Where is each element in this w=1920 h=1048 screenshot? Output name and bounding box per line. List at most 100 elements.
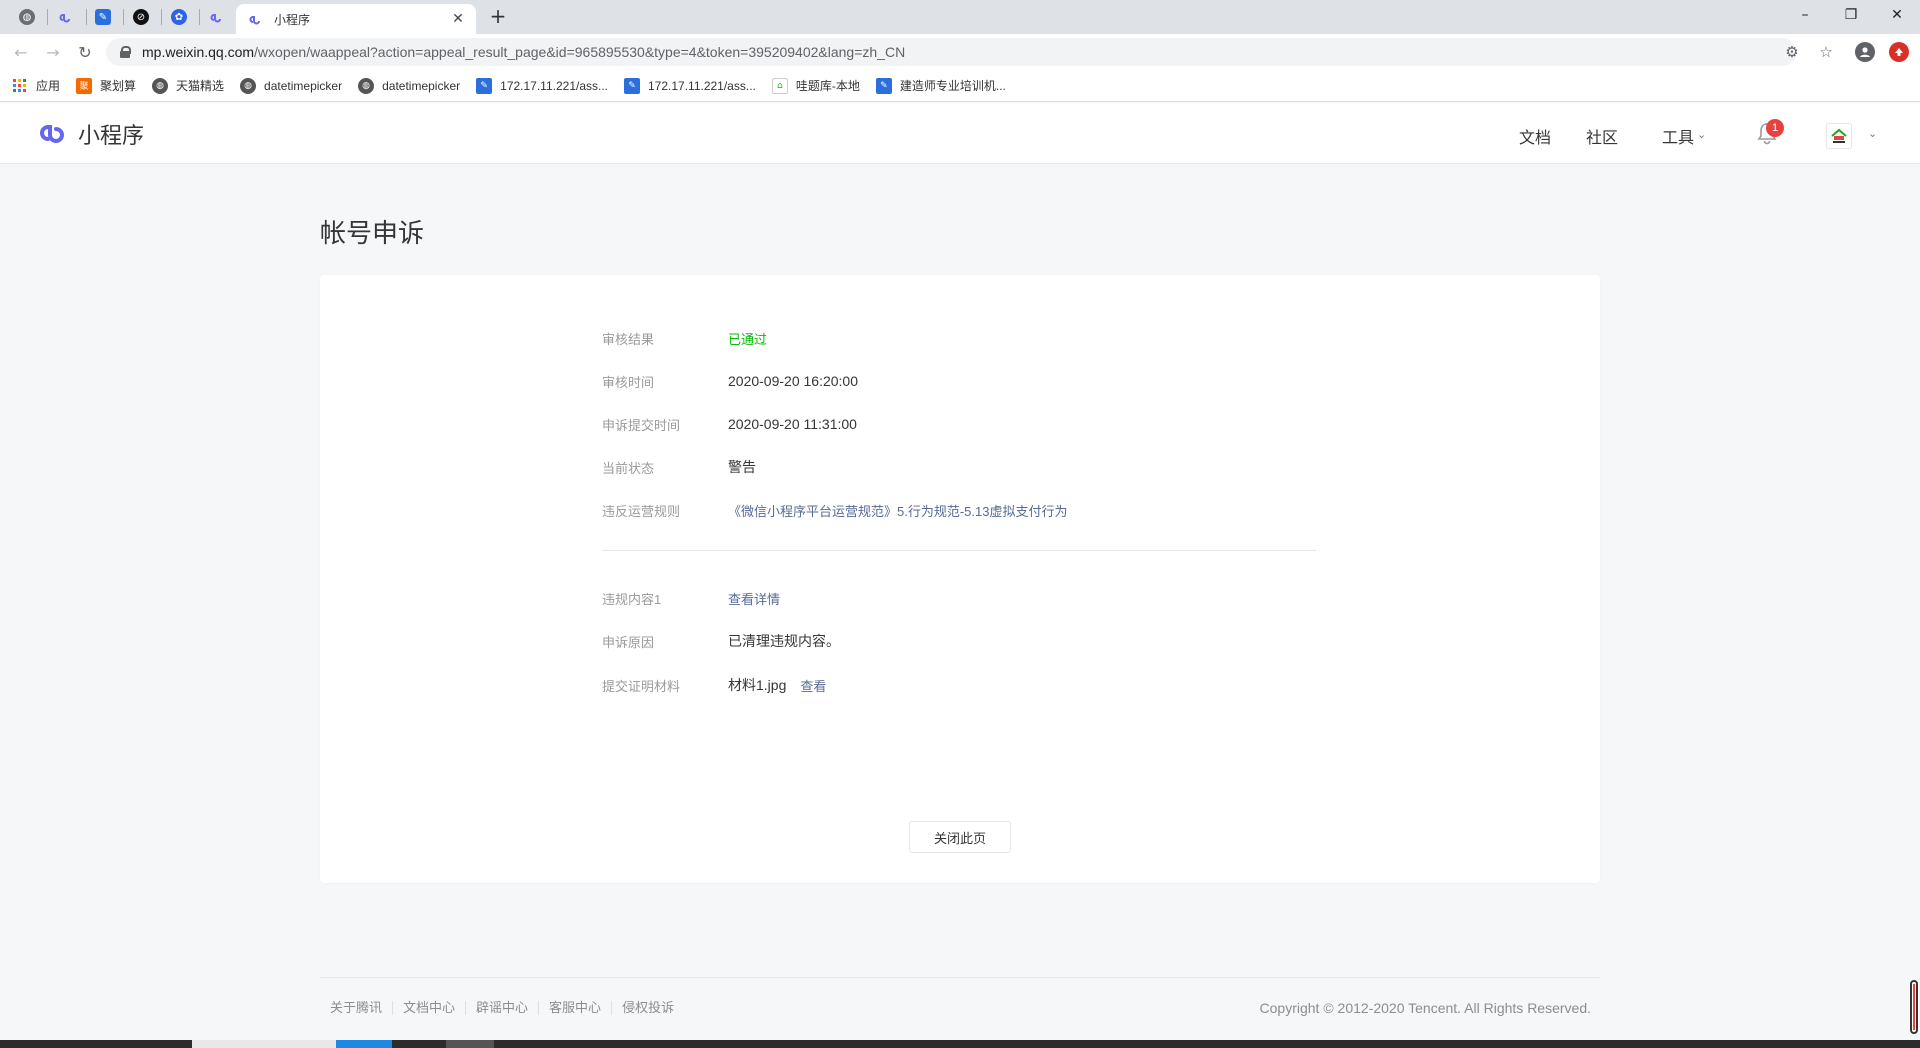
- browser-tab-5[interactable]: ✿: [160, 6, 198, 28]
- field-current-status: 当前状态 警告: [602, 457, 756, 477]
- nav-tools[interactable]: 工具: [1662, 124, 1694, 148]
- footer-link-about[interactable]: 关于腾讯: [320, 1001, 392, 1015]
- field-violation-content: 违规内容1 查看详情: [602, 588, 780, 608]
- bookmark-label: 172.17.11.221/ass...: [500, 78, 608, 93]
- compass-icon: ⊘: [133, 9, 149, 25]
- chevron-down-icon: ⌄: [1697, 128, 1707, 141]
- bookmark-label: 建造师专业培训机...: [899, 79, 1006, 93]
- browser-tab-active[interactable]: 小程序 ✕: [236, 4, 476, 34]
- tool-icon: ✎: [476, 77, 493, 94]
- url-text: mp.weixin.qq.com/wxopen/waappeal?action=…: [142, 44, 905, 60]
- bookmark-apps[interactable]: 应用: [12, 77, 60, 94]
- field-submit-time: 申诉提交时间 2020-09-20 11:31:00: [602, 414, 857, 434]
- divider: [602, 550, 1316, 551]
- field-label: 审核时间: [602, 374, 655, 390]
- browser-tab-3[interactable]: ✎: [84, 6, 122, 28]
- bookmark-ass-1[interactable]: ✎ 172.17.11.221/ass...: [476, 77, 608, 94]
- field-label: 申诉原因: [602, 634, 655, 650]
- field-label: 违规内容1: [602, 591, 662, 607]
- taskbar-item[interactable]: [336, 1040, 392, 1048]
- star-icon[interactable]: ☆: [1816, 42, 1836, 62]
- field-value: 2020-09-20 16:20:00: [728, 373, 858, 389]
- person-icon: [1860, 47, 1870, 57]
- bookmark-wtiku[interactable]: ⌂ 哇题库-本地: [771, 77, 860, 94]
- browser-tab-4[interactable]: ⊘: [122, 6, 160, 28]
- bookmarks-bar: 应用 聚 聚划算 ◍ 天猫精选 ◍ datetimepicker ◍ datet…: [0, 70, 1920, 102]
- taskbar-item[interactable]: [446, 1040, 494, 1048]
- bookmark-datetimepicker-2[interactable]: ◍ datetimepicker: [358, 77, 460, 94]
- bookmark-label: 聚划算: [100, 79, 137, 93]
- miniprogram-icon: [210, 14, 221, 23]
- minimize-button[interactable]: –: [1782, 0, 1828, 30]
- url-path: /wxopen/waappeal?action=appeal_result_pa…: [254, 44, 906, 60]
- profile-icon[interactable]: [1855, 42, 1875, 62]
- globe-icon: ◍: [19, 9, 35, 25]
- bookmark-ass-2[interactable]: ✎ 172.17.11.221/ass...: [624, 77, 756, 94]
- reload-button[interactable]: ↻: [74, 41, 96, 63]
- view-details-link[interactable]: 查看详情: [728, 589, 780, 608]
- field-violated-rule: 违反运营规则 《微信小程序平台运营规范》5.行为规范-5.13虚拟支付行为: [602, 500, 1067, 520]
- field-value: 2020-09-20 11:31:00: [728, 416, 857, 432]
- notification-badge: 1: [1766, 119, 1784, 137]
- footer-link-rumor[interactable]: 辟谣中心: [465, 1001, 538, 1015]
- view-file-link[interactable]: 查看: [800, 676, 826, 695]
- bookmark-label: 天猫精选: [176, 79, 225, 93]
- scrollbar[interactable]: [1910, 980, 1918, 1034]
- url-host: mp.weixin.qq.com: [142, 44, 255, 60]
- apps-grid-icon: [12, 78, 28, 94]
- field-label: 违反运营规则: [602, 503, 681, 519]
- restore-button[interactable]: ❐: [1828, 0, 1874, 30]
- field-proof-material: 提交证明材料 材料1.jpg 查看: [602, 675, 826, 695]
- browser-tab-6[interactable]: [198, 6, 236, 28]
- avatar[interactable]: [1826, 123, 1852, 149]
- page-title: 帐号申诉: [320, 218, 425, 248]
- close-page-button[interactable]: 关闭此页: [909, 821, 1011, 853]
- forward-button[interactable]: →: [42, 41, 64, 63]
- account-avatar-icon: [1831, 128, 1847, 143]
- footer-link-docs[interactable]: 文档中心: [392, 1001, 465, 1015]
- taskbar-item[interactable]: [192, 1040, 336, 1048]
- bookmark-label: datetimepicker: [264, 78, 343, 93]
- bookmark-label: 哇题库-本地: [795, 79, 860, 93]
- brand-logo[interactable]: 小程序: [38, 118, 144, 150]
- wtiku-icon: ⌂: [771, 77, 788, 94]
- field-value: 警告: [728, 459, 756, 475]
- globe-icon: ◍: [240, 77, 257, 94]
- footer-link-infringement[interactable]: 侵权投诉: [611, 1001, 684, 1015]
- footer-links: 关于腾讯 文档中心 辟谣中心 客服中心 侵权投诉: [320, 1001, 684, 1015]
- browser-toolbar: ← → ↻ mp.weixin.qq.com/wxopen/waappeal?a…: [0, 34, 1920, 70]
- address-bar[interactable]: mp.weixin.qq.com/wxopen/waappeal?action=…: [106, 38, 1833, 66]
- window-close-button[interactable]: ✕: [1874, 0, 1920, 30]
- nav-docs[interactable]: 文档: [1519, 124, 1551, 148]
- miniprogram-logo-icon: [40, 125, 65, 143]
- chevron-down-icon[interactable]: ⌄: [1868, 127, 1877, 140]
- field-review-result: 审核结果 已通过: [602, 328, 767, 348]
- footer-link-support[interactable]: 客服中心: [538, 1001, 611, 1015]
- globe-icon: ◍: [358, 77, 375, 94]
- bookmark-datetimepicker-1[interactable]: ◍ datetimepicker: [240, 77, 343, 94]
- browser-tab-1[interactable]: ◍: [8, 6, 46, 28]
- browser-tab-2[interactable]: [47, 6, 85, 28]
- field-label: 审核结果: [602, 331, 655, 347]
- update-icon[interactable]: [1889, 42, 1909, 62]
- footer-divider: [320, 977, 1600, 978]
- extension-blocked-icon[interactable]: ⚙: [1782, 42, 1802, 62]
- nav-community[interactable]: 社区: [1586, 124, 1618, 148]
- bookmark-jianzaoshi[interactable]: ✎ 建造师专业培训机...: [875, 77, 1006, 94]
- close-icon[interactable]: ✕: [450, 11, 466, 27]
- juhuasuan-icon: 聚: [76, 77, 93, 94]
- field-appeal-reason: 申诉原因 已清理违规内容。: [602, 631, 840, 651]
- field-value: 已清理违规内容。: [728, 633, 840, 649]
- field-review-time: 审核时间 2020-09-20 16:20:00: [602, 371, 858, 391]
- arrow-up-icon: [1895, 48, 1903, 56]
- bookmark-tmall[interactable]: ◍ 天猫精选: [152, 77, 224, 94]
- bookmark-juhuasuan[interactable]: 聚 聚划算: [76, 77, 136, 94]
- back-button[interactable]: ←: [10, 41, 32, 63]
- appeal-result-card: 审核结果 已通过 审核时间 2020-09-20 16:20:00 申诉提交时间…: [320, 275, 1600, 883]
- lock-icon: [120, 46, 131, 58]
- status-badge: 已通过: [728, 331, 768, 347]
- rule-link[interactable]: 《微信小程序平台运营规范》5.行为规范-5.13虚拟支付行为: [728, 501, 1067, 520]
- brand-name: 小程序: [78, 123, 145, 148]
- new-tab-button[interactable]: +: [486, 6, 510, 28]
- field-label: 提交证明材料: [602, 678, 681, 694]
